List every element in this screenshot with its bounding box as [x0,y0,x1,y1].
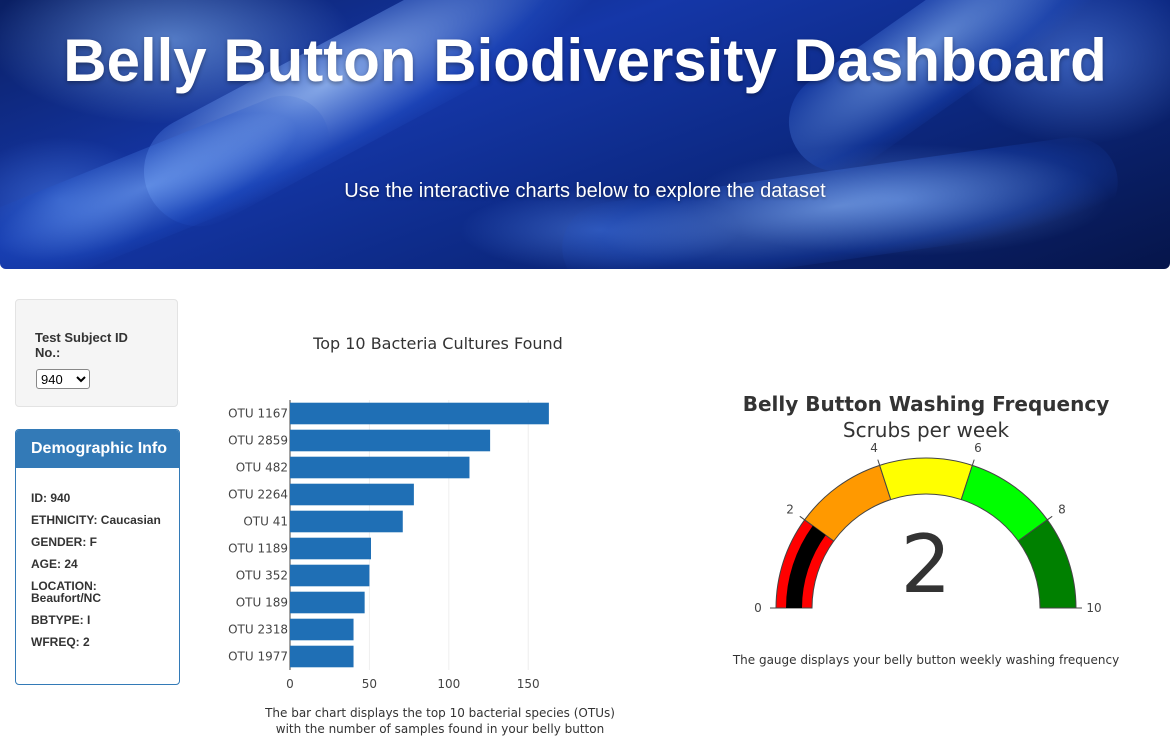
page-subtitle: Use the interactive charts below to expl… [344,180,826,202]
demographic-id: ID: 940 [31,491,71,505]
bar-chart-x-tick: 0 [286,677,294,691]
bar-chart-y-tick: OTU 2859 [228,434,288,448]
gauge-title: Belly Button Washing Frequency [743,392,1109,416]
bar-chart-y-tick: OTU 2264 [228,488,288,502]
bar-chart-x-tick: 50 [362,677,377,691]
subject-id-select[interactable]: 940 [36,369,90,389]
gauge-tick-label: 2 [786,502,794,516]
bar-chart-bar [290,429,491,452]
bar-chart-y-tick: OTU 189 [236,596,288,610]
bar-chart-bar [290,537,371,560]
bar-chart-y-tick: OTU 1977 [228,650,288,664]
demographic-info-body: ID: 940 ETHNICITY: Caucasian GENDER: F A… [16,468,179,648]
gauge-tick-label: 8 [1058,502,1066,516]
bar-chart-bar [290,564,370,587]
gauge-tick-label: 10 [1086,601,1101,615]
subject-id-label: Test Subject ID No.: [35,330,128,360]
header-banner: Belly Button Biodiversity Dashboard Use … [0,0,1170,269]
demographic-ethnicity: ETHNICITY: Caucasian [31,513,161,527]
demographic-info-title: Demographic Info [16,430,179,468]
bar-chart-bar [290,591,365,614]
bar-chart-bar [290,456,470,479]
bar-chart-bar [290,483,414,506]
gauge-tick-label: 0 [754,601,762,615]
demographic-age: AGE: 24 [31,557,78,571]
bar-chart-y-tick: OTU 1189 [228,542,288,556]
bar-chart-title: Top 10 Bacteria Cultures Found [312,334,563,353]
gauge-tick-label: 4 [870,441,878,455]
bar-chart-y-tick: OTU 2318 [228,623,288,637]
bar-chart-bar [290,618,354,641]
bar-chart-bar [290,402,549,425]
bar-chart-y-tick: OTU 41 [243,515,288,529]
bacteria-image-4 [0,82,344,269]
gauge-chart[interactable]: Belly Button Washing FrequencyScrubs per… [720,385,1140,625]
bar-chart-y-tick: OTU 352 [236,569,288,583]
gauge-tick-mark [877,459,881,466]
bar-chart-caption: The bar chart displays the top 10 bacter… [265,706,615,736]
gauge-tick-mark [1047,515,1053,521]
bar-chart-bar [290,645,354,668]
demographic-wfreq: WFREQ: 2 [31,635,90,649]
bar-chart[interactable]: Top 10 Bacteria Cultures Found 0 50 100 150 O… [210,320,630,692]
page-title: Belly Button Biodiversity Dashboard [63,27,1107,94]
demographic-gender: GENDER: F [31,535,97,549]
gauge-value: 2 [901,518,952,611]
gauge-subtitle: Scrubs per week [843,418,1010,442]
gauge-band [879,457,973,501]
bar-chart-y-tick: OTU 1167 [228,407,288,421]
demographic-location: LOCATION: Beaufort/NC [31,579,102,605]
gauge-chart-caption: The gauge displays your belly button wee… [732,653,1120,667]
bar-chart-bar [290,510,403,533]
subject-selector-well: Test Subject ID No.: 940 [15,299,178,407]
bar-chart-y-tick: OTU 482 [236,461,288,475]
gauge-tick-mark [971,459,975,466]
gauge-tick-mark [799,515,805,521]
bar-chart-x-tick: 100 [437,677,460,691]
demographic-bbtype: BBTYPE: I [31,613,91,627]
gauge-tick-label: 6 [974,441,982,455]
bar-chart-x-tick: 150 [517,677,540,691]
demographic-info-panel: Demographic Info ID: 940 ETHNICITY: Cauc… [15,429,180,685]
